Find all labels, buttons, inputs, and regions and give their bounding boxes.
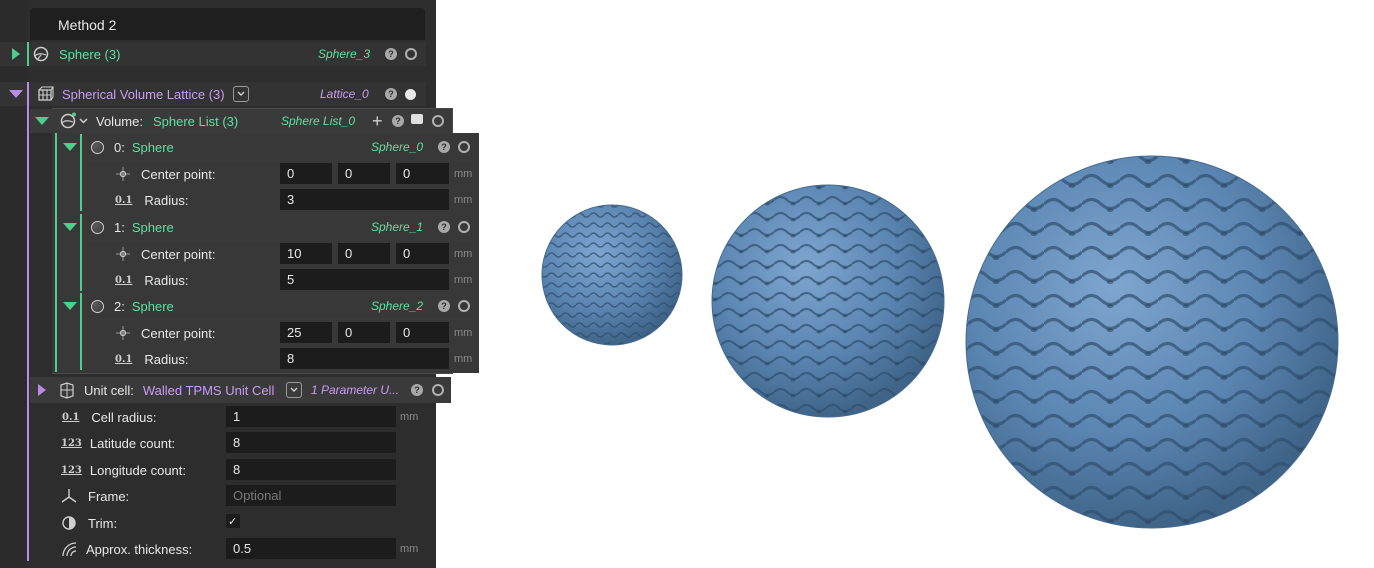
- volume-prefix: Volume:: [96, 113, 143, 129]
- unit-cell-label: Walled TPMS Unit Cell: [142, 382, 275, 398]
- unit-label: mm: [400, 543, 419, 555]
- collapse-icon[interactable]: [35, 117, 49, 125]
- dropdown-button[interactable]: [233, 86, 249, 102]
- center-y-input[interactable]: 0: [338, 322, 390, 343]
- collapse-icon[interactable]: [9, 90, 23, 98]
- volume-row[interactable]: Volume: Sphere List (3) Sphere List_0 + …: [30, 109, 450, 133]
- frame-axes-icon: [61, 489, 77, 503]
- decimal-icon: 0.1: [115, 194, 133, 206]
- center-point-label: Center point:: [141, 246, 216, 262]
- point-icon: [116, 247, 130, 261]
- list-item-sphere-1[interactable]: 1: Sphere Sphere_1 ?: [58, 214, 478, 240]
- center-point-label: Center point:: [141, 166, 216, 182]
- radius-label: Radius:: [144, 351, 189, 367]
- radius-input[interactable]: 8: [280, 348, 449, 369]
- trim-icon: [62, 516, 76, 530]
- sphere-node-var: Sphere_3: [318, 47, 371, 61]
- trim-checkbox[interactable]: ✓: [226, 514, 240, 528]
- decimal-icon: 0.1: [115, 353, 133, 365]
- lattice-icon: [36, 85, 54, 103]
- trim-label: Trim:: [88, 515, 118, 531]
- collapse-icon[interactable]: [63, 302, 77, 310]
- unit-cell-var: 1 Parameter U...: [311, 383, 400, 397]
- lattice-group-line: [27, 106, 29, 561]
- thickness-label: Approx. thickness:: [86, 541, 193, 557]
- add-item-button[interactable]: +: [372, 111, 383, 132]
- chevron-down-icon[interactable]: [79, 118, 88, 124]
- dropdown-button[interactable]: [286, 382, 302, 398]
- integer-icon: 123: [61, 464, 82, 476]
- thickness-input[interactable]: 0.5: [226, 538, 396, 559]
- radius-label: Radius:: [144, 272, 189, 288]
- lattice-node-row[interactable]: Spherical Volume Lattice (3) Lattice_0 ?: [0, 82, 426, 106]
- sphere-node-label: Sphere (3): [59, 46, 121, 62]
- sphere-icon: [91, 220, 104, 234]
- radius-input[interactable]: 5: [280, 269, 449, 290]
- expand-icon[interactable]: [12, 48, 20, 60]
- help-icon[interactable]: ?: [392, 115, 404, 127]
- page-title: Method 2: [58, 17, 117, 33]
- output-port-icon[interactable]: [405, 48, 417, 60]
- sphere-index: 1:: [114, 219, 125, 235]
- sphere-index: 2:: [114, 298, 125, 314]
- latitude-input[interactable]: 8: [226, 432, 396, 453]
- collapse-icon[interactable]: [63, 223, 77, 231]
- sphere-label: Sphere: [131, 219, 174, 235]
- radius-label: Radius:: [144, 192, 189, 208]
- expand-icon[interactable]: [38, 384, 46, 396]
- center-point-label: Center point:: [141, 325, 216, 341]
- decimal-icon: 0.1: [115, 274, 133, 286]
- cell-radius-input[interactable]: 1: [226, 406, 396, 427]
- comment-icon[interactable]: [411, 114, 423, 124]
- help-icon[interactable]: ?: [385, 48, 397, 60]
- sphere-var: Sphere_2: [371, 299, 424, 313]
- sphere-label: Sphere: [131, 139, 174, 155]
- lattice-sphere-medium[interactable]: [711, 184, 945, 418]
- list-item-sphere-0[interactable]: 0: Sphere Sphere_0 ?: [58, 134, 478, 160]
- center-y-input[interactable]: 0: [338, 243, 390, 264]
- cell-radius-label: Cell radius:: [91, 409, 157, 425]
- center-x-input[interactable]: 10: [280, 243, 332, 264]
- center-x-input[interactable]: 0: [280, 163, 332, 184]
- output-port-filled-icon[interactable]: [405, 88, 416, 100]
- sphere-index: 0:: [114, 139, 125, 155]
- longitude-input[interactable]: 8: [226, 459, 396, 480]
- volume-group-line: [55, 133, 57, 372]
- lattice-node-label: Spherical Volume Lattice (3): [62, 86, 225, 102]
- radius-input[interactable]: 3: [280, 189, 449, 210]
- viewport-3d[interactable]: [436, 0, 1374, 568]
- unit-cell-row[interactable]: Unit cell: Walled TPMS Unit Cell 1 Param…: [30, 377, 451, 403]
- point-icon: [116, 167, 130, 181]
- unit-cell-icon: [58, 381, 76, 399]
- point-icon: [116, 326, 130, 340]
- unit-cell-prefix: Unit cell:: [84, 382, 134, 398]
- latitude-label: Latitude count:: [89, 435, 176, 451]
- lattice-node-var: Lattice_0: [320, 87, 369, 101]
- help-icon[interactable]: ?: [385, 88, 397, 100]
- sphere-var: Sphere_1: [371, 220, 424, 234]
- sphere-var: Sphere_0: [371, 140, 424, 154]
- volume-var: Sphere List_0: [281, 114, 356, 128]
- sphere-icon: [91, 140, 104, 154]
- longitude-label: Longitude count:: [89, 462, 187, 478]
- sphere-label: Sphere: [131, 298, 174, 314]
- help-icon[interactable]: ?: [411, 384, 423, 396]
- center-x-input[interactable]: 25: [280, 322, 332, 343]
- lattice-sphere-small[interactable]: [541, 204, 683, 346]
- lattice-sphere-large[interactable]: [965, 155, 1339, 529]
- frame-input[interactable]: Optional: [226, 485, 396, 506]
- unit-label: mm: [400, 411, 419, 423]
- collapse-icon[interactable]: [63, 143, 77, 151]
- list-item-sphere-2[interactable]: 2: Sphere Sphere_2 ?: [58, 293, 478, 319]
- sphere-icon: [91, 299, 104, 313]
- volume-label: Sphere List (3): [152, 113, 239, 129]
- integer-icon: 123: [61, 437, 82, 449]
- center-y-input[interactable]: 0: [338, 163, 390, 184]
- decimal-icon: 0.1: [62, 411, 80, 423]
- sphere-list-icon: [59, 112, 77, 130]
- sphere-node-icon: [32, 45, 50, 63]
- sphere-node-row[interactable]: Sphere (3) Sphere_3 ?: [0, 42, 426, 66]
- frame-label: Frame:: [88, 488, 130, 504]
- thickness-icon: [62, 542, 77, 557]
